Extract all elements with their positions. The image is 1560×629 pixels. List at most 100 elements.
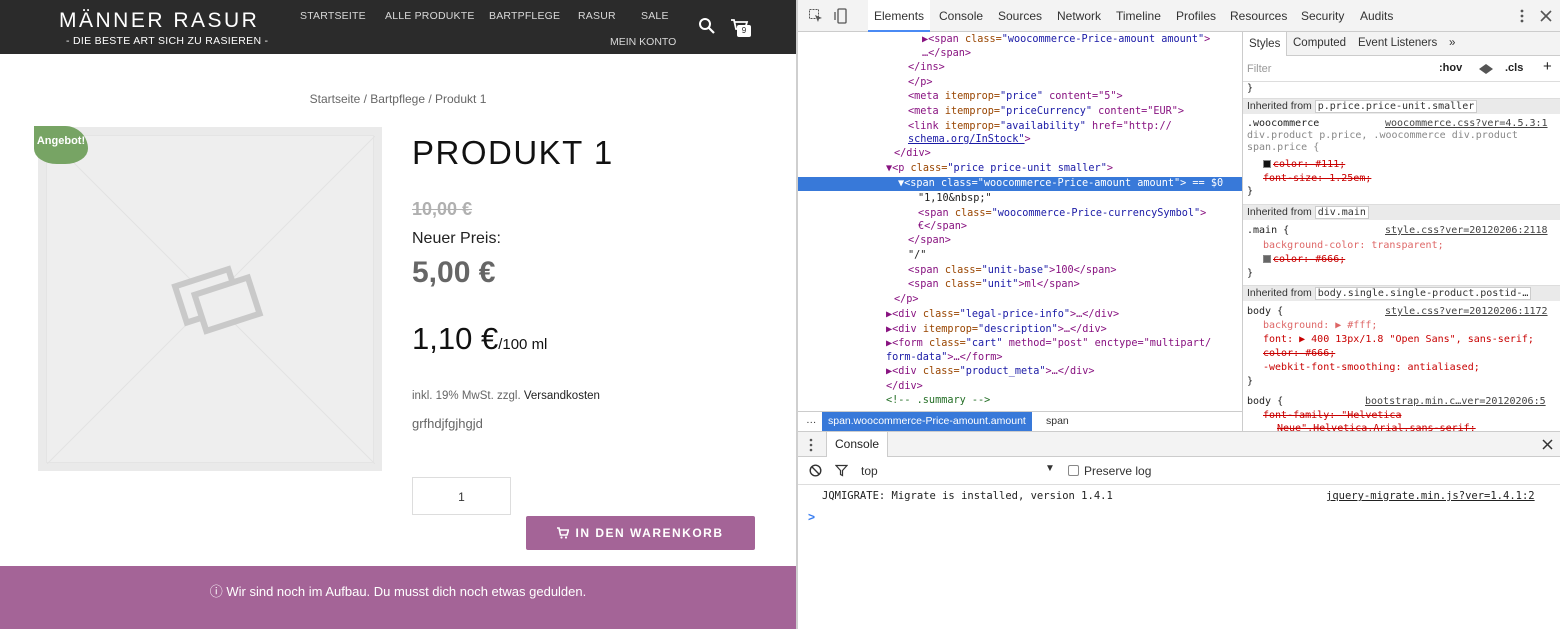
css-closing-brace: } — [1247, 268, 1254, 279]
dom-node-line[interactable]: form-data">…</form> — [886, 351, 1003, 365]
css-source-link[interactable]: woocommerce.css?ver=4.5.3:1 — [1385, 118, 1548, 130]
dom-node-line[interactable]: "/" — [908, 249, 926, 263]
chevron-down-icon[interactable]: ▼ — [1045, 463, 1055, 474]
dom-node-line[interactable]: ▶<div class="product_meta">…</div> — [886, 365, 1095, 379]
tab-security[interactable]: Security — [1301, 9, 1344, 23]
css-selector: body { — [1247, 306, 1284, 317]
color-format-icon[interactable] — [1479, 64, 1493, 74]
shipping-costs-link[interactable]: Versandkosten — [524, 390, 600, 402]
nav-alle-produkte[interactable]: ALLE PRODUKTE — [385, 10, 475, 22]
dom-node-line[interactable]: <link itemprop="availability" href="http… — [908, 120, 1172, 134]
logo-title[interactable]: MÄNNER RASUR — [59, 9, 259, 33]
nav-mein-konto[interactable]: MEIN KONTO — [610, 36, 676, 48]
nav-startseite[interactable]: STARTSEITE — [300, 10, 366, 22]
clear-console-icon[interactable] — [809, 464, 822, 477]
css-property-background-color[interactable]: background-color: transparent; — [1263, 240, 1444, 252]
inherited-header-div-main: Inherited from div.main — [1243, 204, 1560, 220]
tab-resources[interactable]: Resources — [1230, 9, 1287, 23]
css-source-link[interactable]: style.css?ver=20120206:2118 — [1385, 225, 1548, 237]
inspect-element-icon[interactable] — [808, 8, 824, 24]
dom-node-line[interactable]: </ins> — [908, 61, 945, 75]
dom-node-line[interactable]: €</span> — [918, 220, 967, 234]
hover-state-toggle[interactable]: :hov — [1439, 62, 1462, 74]
dom-node-line[interactable]: ▶<div itemprop="description">…</div> — [886, 323, 1107, 337]
crumb-selected[interactable]: span.woocommerce-Price-amount.amount — [822, 412, 1032, 431]
product-image-placeholder[interactable] — [38, 127, 382, 471]
dom-node-line[interactable]: ▶<div class="legal-price-info">…</div> — [886, 308, 1119, 322]
css-property-background[interactable]: background: ▶ #fff; — [1263, 320, 1377, 332]
dom-node-line[interactable]: "1,10&nbsp;" — [918, 192, 992, 206]
dom-node-line[interactable]: …</span> — [922, 47, 971, 61]
tab-styles[interactable]: Styles — [1243, 32, 1288, 56]
dom-node-line[interactable]: </p> — [894, 293, 919, 307]
preserve-log-checkbox[interactable] — [1068, 465, 1079, 476]
css-property-font-smoothing[interactable]: -webkit-font-smoothing: antialiased; — [1263, 362, 1480, 374]
console-prompt[interactable]: > — [808, 510, 815, 524]
dom-node-line[interactable]: ▼<p class="price price-unit smaller"> — [886, 162, 1113, 176]
dom-node-line[interactable]: </div> — [886, 380, 923, 394]
color-swatch[interactable] — [1263, 160, 1271, 168]
close-devtools-icon[interactable] — [1538, 8, 1554, 24]
tab-computed[interactable]: Computed — [1293, 37, 1346, 49]
drawer-menu-icon[interactable] — [808, 438, 814, 452]
class-toggle[interactable]: .cls — [1505, 62, 1523, 74]
color-swatch[interactable] — [1263, 255, 1271, 263]
close-drawer-icon[interactable] — [1542, 439, 1553, 450]
breadcrumb[interactable]: Startseite / Bartpflege / Produkt 1 — [0, 92, 796, 106]
tab-audits[interactable]: Audits — [1360, 9, 1393, 23]
dom-node-line[interactable]: <!-- .summary --> — [886, 394, 990, 408]
dom-node-line[interactable]: <span class="woocommerce-Price-currencyS… — [918, 207, 1206, 221]
context-selector[interactable]: top — [861, 464, 878, 478]
add-to-cart-button[interactable]: IN DEN WARENKORB — [526, 516, 755, 550]
css-property-font-family[interactable]: font-family: "Helvetica — [1263, 410, 1401, 422]
inherited-chip-div-main[interactable]: div.main — [1314, 206, 1369, 219]
dom-node-line[interactable]: </p> — [908, 76, 933, 90]
css-property-color[interactable]: color: #111; — [1263, 159, 1345, 171]
crumb-span[interactable]: span — [1046, 412, 1069, 431]
tab-event-listeners[interactable]: Event Listeners — [1358, 37, 1437, 49]
nav-sale[interactable]: SALE — [641, 10, 669, 22]
quantity-input[interactable]: 1 — [412, 477, 511, 515]
console-message-source[interactable]: jquery-migrate.min.js?ver=1.4.1:2 — [1326, 490, 1535, 502]
dom-node-line[interactable]: <span class="unit">ml</span> — [908, 278, 1080, 292]
nav-bartpflege[interactable]: BARTPFLEGE — [489, 10, 560, 22]
dom-node-line[interactable]: </div> — [894, 147, 931, 161]
css-property-color[interactable]: color: #666; — [1263, 348, 1335, 360]
dom-node-line[interactable]: <meta itemprop="price" content="5"> — [908, 90, 1123, 104]
dom-node-line[interactable]: </span> — [908, 234, 951, 248]
css-property-font-family-cont[interactable]: Neue",Helvetica,Arial,sans-serif; — [1277, 423, 1476, 431]
dom-node-line[interactable]: ▶<span class="woocommerce-Price-amount a… — [922, 33, 1210, 47]
tab-sources[interactable]: Sources — [998, 9, 1042, 23]
inherited-chip-p-price[interactable]: p.price.price-unit.smaller — [1314, 100, 1478, 113]
crumb-ellipsis[interactable]: … — [806, 412, 817, 429]
css-source-link[interactable]: bootstrap.min.c…ver=20120206:5 — [1365, 396, 1546, 408]
dom-node-selected[interactable]: ▼<span class="woocommerce-Price-amount a… — [898, 177, 1223, 191]
tab-profiles[interactable]: Profiles — [1176, 9, 1216, 23]
device-mode-icon[interactable] — [834, 8, 850, 24]
css-selector: body { — [1247, 396, 1284, 407]
inherited-chip-body[interactable]: body.single.single-product.postid-… — [1314, 287, 1532, 300]
tab-console[interactable]: Console — [939, 9, 983, 23]
more-options-icon[interactable] — [1514, 8, 1530, 24]
elements-tree[interactable]: ▼<span class="woocommerce-Price-amount a… — [798, 32, 1242, 412]
drawer-tab-console[interactable]: Console — [826, 432, 889, 457]
selected-dom-row[interactable]: ▼<span class="woocommerce-Price-amount a… — [798, 177, 1242, 191]
css-property-font[interactable]: font: ▶ 400 13px/1.8 "Open Sans", sans-s… — [1263, 334, 1534, 346]
filter-icon[interactable] — [835, 464, 848, 477]
tab-timeline[interactable]: Timeline — [1116, 9, 1161, 23]
styles-filter-input[interactable]: Filter — [1247, 63, 1271, 75]
more-tabs-chevron[interactable]: » — [1449, 37, 1455, 49]
tab-elements[interactable]: Elements — [868, 0, 931, 32]
search-icon[interactable] — [698, 17, 716, 35]
css-property-color[interactable]: color: #666; — [1263, 254, 1345, 266]
dom-node-line[interactable]: ▶<form class="cart" method="post" enctyp… — [886, 337, 1211, 351]
nav-rasur[interactable]: RASUR — [578, 10, 616, 22]
dom-node-line[interactable]: <meta itemprop="priceCurrency" content="… — [908, 105, 1184, 119]
dom-node-line[interactable]: <span class="unit-base">100</span> — [908, 264, 1117, 278]
new-style-rule-icon[interactable]: + — [1543, 58, 1552, 75]
css-source-link[interactable]: style.css?ver=20120206:1172 — [1385, 306, 1548, 318]
css-property-font-size[interactable]: font-size: 1.25em; — [1263, 173, 1371, 185]
preserve-log-label[interactable]: Preserve log — [1084, 464, 1151, 478]
dom-node-line[interactable]: schema.org/InStock"> — [908, 133, 1031, 147]
tab-network[interactable]: Network — [1057, 9, 1101, 23]
